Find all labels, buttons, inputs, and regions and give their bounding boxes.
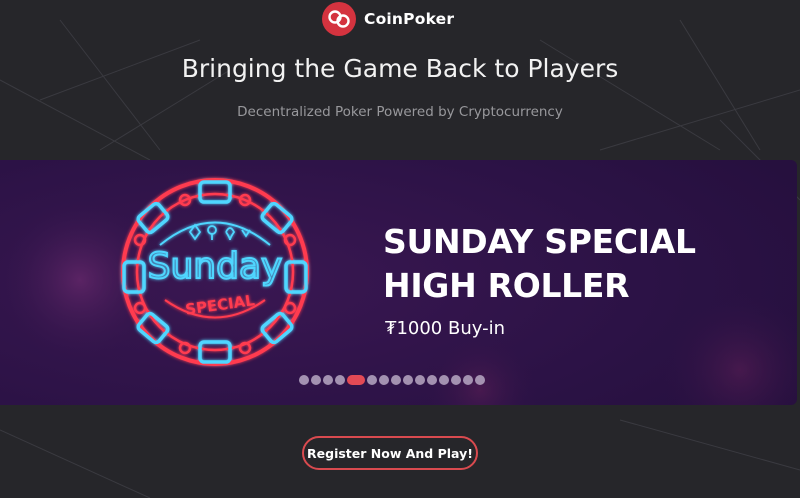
chip-text-sunday: Sunday <box>148 246 283 287</box>
carousel-dot[interactable] <box>311 375 321 385</box>
carousel-dot[interactable] <box>427 375 437 385</box>
carousel-dot[interactable] <box>335 375 345 385</box>
carousel-dot[interactable] <box>415 375 425 385</box>
hero-title: Bringing the Game Back to Players <box>181 54 619 83</box>
poker-chip-icon: Sunday SPECIAL <box>121 178 309 366</box>
register-button[interactable]: Register Now And Play! <box>302 436 478 470</box>
carousel-pagination <box>299 375 485 385</box>
chip-text-special: SPECIAL <box>184 291 256 319</box>
carousel-dot[interactable] <box>475 375 485 385</box>
carousel-dot[interactable] <box>323 375 333 385</box>
promo-banner-carousel[interactable]: Sunday SPECIAL SUNDAY SPECIAL HIGH ROLLE… <box>0 160 797 405</box>
carousel-dot[interactable] <box>391 375 401 385</box>
carousel-dot[interactable] <box>299 375 309 385</box>
carousel-dot[interactable] <box>463 375 473 385</box>
carousel-dot[interactable] <box>379 375 389 385</box>
banner-headline-line2: HIGH ROLLER <box>383 266 630 305</box>
banner-buyin: ₮1000 Buy-in <box>385 318 505 339</box>
banner-headline: SUNDAY SPECIAL HIGH ROLLER <box>383 220 696 308</box>
carousel-dot[interactable] <box>367 375 377 385</box>
banner-headline-line1: SUNDAY SPECIAL <box>383 222 696 261</box>
carousel-dot[interactable] <box>451 375 461 385</box>
coinpoker-logo[interactable]: CoinPoker <box>322 2 454 36</box>
coinpoker-logo-icon <box>322 2 356 36</box>
carousel-dot[interactable] <box>439 375 449 385</box>
carousel-dot-active[interactable] <box>347 375 365 385</box>
carousel-dot[interactable] <box>403 375 413 385</box>
brand-name: CoinPoker <box>364 10 455 28</box>
hero-subtitle: Decentralized Poker Powered by Cryptocur… <box>237 104 563 120</box>
